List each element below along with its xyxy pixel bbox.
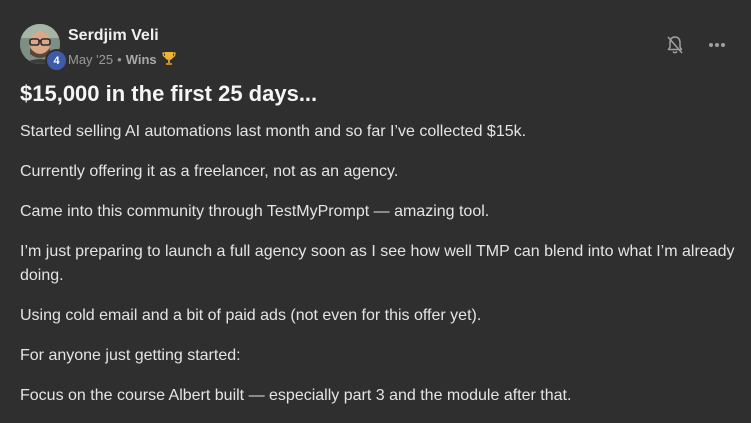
trophy-icon: [161, 50, 177, 69]
post-paragraph: For anyone just getting started:: [20, 347, 241, 364]
post-meta: Serdjim Veli May '25 • Wins: [68, 26, 177, 69]
post-paragraph: Started selling AI automations last mont…: [20, 123, 527, 140]
post-paragraph: I’m just preparing to launch a full agen…: [20, 243, 735, 284]
meta-separator: •: [117, 52, 122, 67]
post-body: Started selling AI automations last mont…: [20, 120, 740, 423]
bell-off-icon[interactable]: [665, 34, 685, 56]
post-date[interactable]: May '25: [68, 52, 113, 67]
level-badge: 4: [45, 49, 68, 72]
more-horizontal-icon[interactable]: [707, 34, 727, 56]
post-actions: [665, 34, 727, 56]
post-paragraph: Focus on the course Albert built — espec…: [20, 387, 572, 404]
post-title: $15,000 in the first 25 days...: [20, 81, 318, 106]
post-header: 4 Serdjim Veli May '25 • Wins: [20, 24, 177, 72]
post-paragraph: Currently offering it as a freelancer, n…: [20, 163, 399, 180]
author-name[interactable]: Serdjim Veli: [68, 26, 177, 46]
post-paragraph: Using cold email and a bit of paid ads (…: [20, 307, 482, 324]
post-subline: May '25 • Wins: [68, 50, 177, 69]
category-label[interactable]: Wins: [126, 52, 157, 67]
post-card: 4 Serdjim Veli May '25 • Wins $15,000 in…: [0, 0, 751, 423]
author-avatar-wrap[interactable]: 4: [20, 24, 68, 72]
post-paragraph: Came into this community through TestMyP…: [20, 203, 490, 220]
